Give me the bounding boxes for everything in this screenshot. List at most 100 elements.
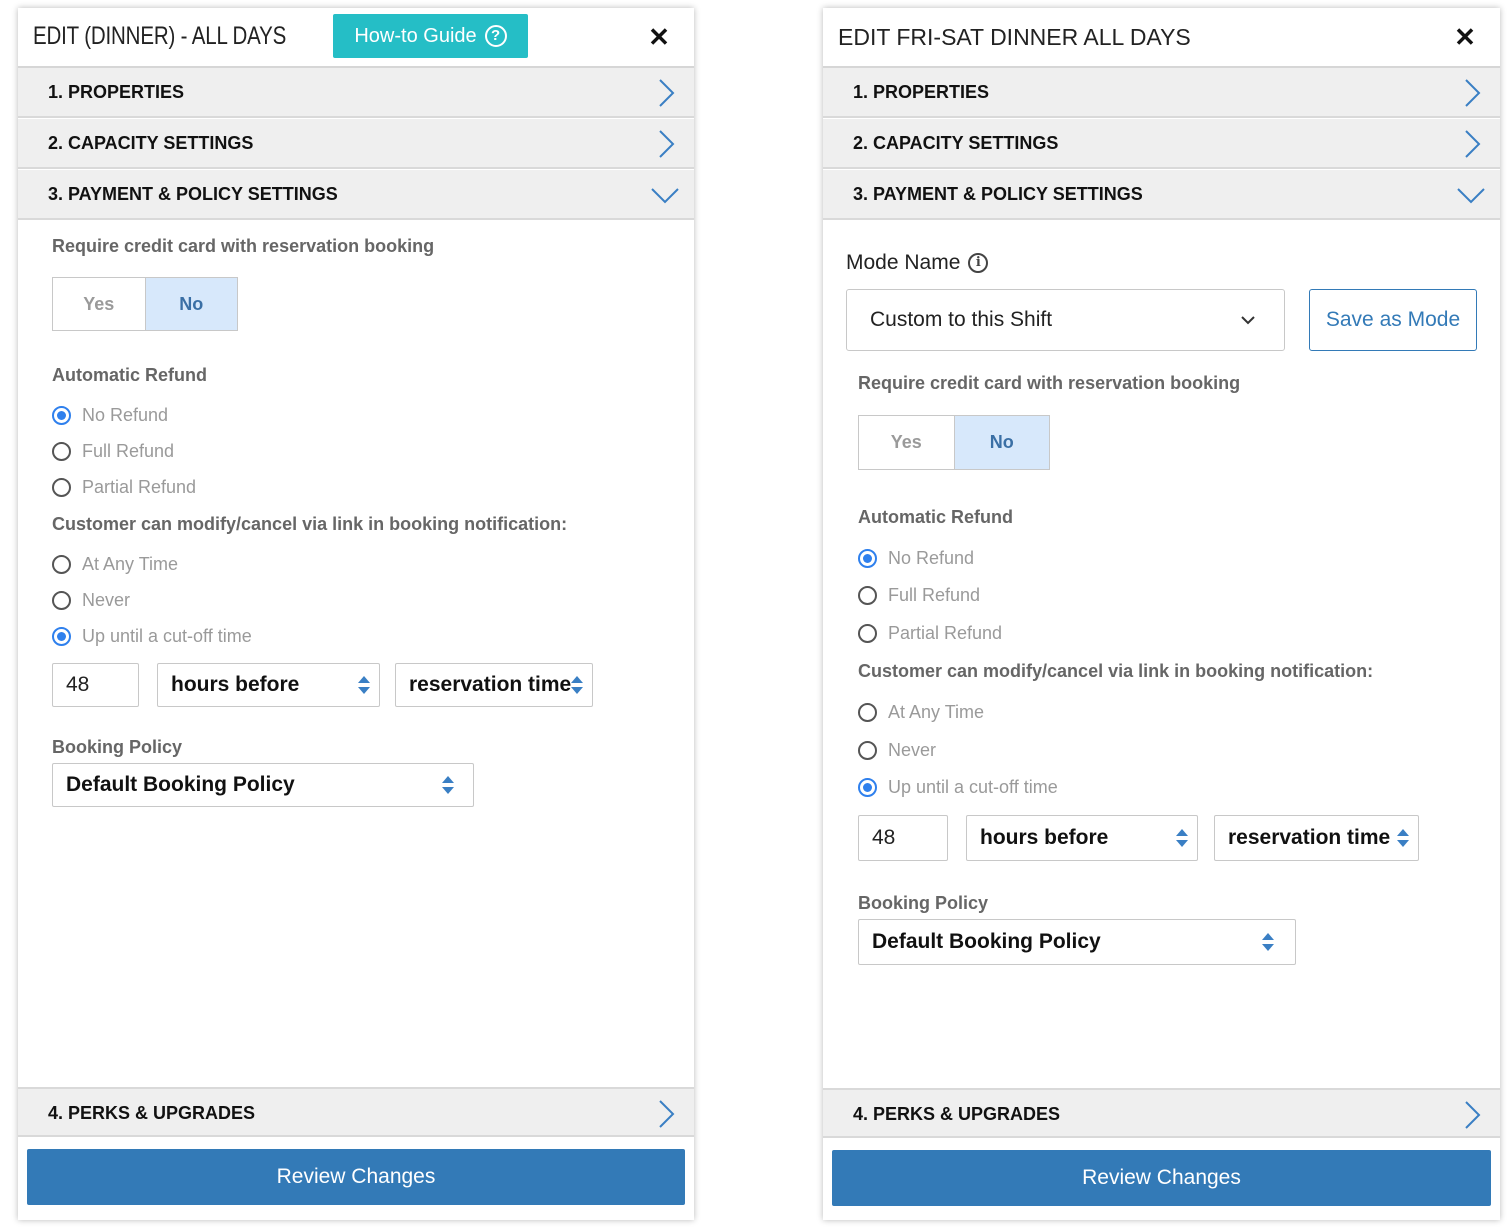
require-cc-label: Require credit card with reservation boo…	[858, 373, 1241, 393]
chevron-down-icon	[651, 188, 679, 204]
section-label: 1. PROPERTIES	[48, 82, 185, 102]
review-changes-button[interactable]: Review Changes	[27, 1149, 685, 1205]
how-to-guide-button[interactable]: How-to Guide ?	[333, 14, 528, 58]
radio-label: Up until a cut-off time	[888, 777, 1058, 797]
radio-label: At Any Time	[82, 554, 179, 574]
section-label: 3. PAYMENT & POLICY SETTINGS	[48, 184, 338, 204]
radio-cutoff-time[interactable]: Up until a cut-off time	[858, 777, 1058, 798]
radio-label: No Refund	[888, 548, 975, 568]
select-value: reservation time	[1228, 826, 1391, 849]
chevron-down-icon	[1457, 188, 1485, 204]
sort-arrows-icon	[442, 776, 454, 794]
radio-label: No Refund	[82, 405, 169, 425]
booking-policy-select[interactable]: Default Booking Policy	[52, 763, 474, 807]
radio-unselected-icon	[52, 555, 71, 574]
yes-option[interactable]: Yes	[859, 416, 955, 469]
radio-label: Full Refund	[888, 585, 981, 605]
chevron-right-icon	[659, 1100, 675, 1128]
panel-header: EDIT FRI-SAT DINNER ALL DAYS ✕	[823, 8, 1500, 68]
radio-no-refund[interactable]: No Refund	[858, 548, 974, 569]
mode-name-dropdown[interactable]: Custom to this Shift	[846, 289, 1285, 351]
chevron-down-icon	[1241, 316, 1255, 325]
booking-policy-label: Booking Policy	[858, 893, 989, 913]
radio-unselected-icon	[858, 624, 877, 643]
select-value: Default Booking Policy	[66, 773, 295, 796]
section-payment-policy[interactable]: 3. PAYMENT & POLICY SETTINGS	[823, 170, 1500, 220]
radio-never[interactable]: Never	[52, 590, 130, 611]
radio-selected-icon	[52, 627, 71, 646]
question-icon: ?	[484, 25, 507, 47]
cutoff-hours-input[interactable]: 48	[858, 815, 948, 861]
radio-partial-refund[interactable]: Partial Refund	[858, 623, 1002, 644]
automatic-refund-label: Automatic Refund	[858, 507, 1013, 527]
radio-never[interactable]: Never	[858, 740, 936, 761]
section-label: 3. PAYMENT & POLICY SETTINGS	[853, 184, 1143, 204]
panel-title: EDIT FRI-SAT DINNER ALL DAYS	[838, 24, 1191, 50]
yes-option[interactable]: Yes	[53, 278, 146, 330]
radio-label: Never	[888, 740, 937, 760]
chevron-right-icon	[659, 130, 675, 158]
section-properties[interactable]: 1. PROPERTIES	[823, 68, 1500, 118]
edit-panel-right: EDIT FRI-SAT DINNER ALL DAYS ✕ 1. PROPER…	[823, 8, 1500, 1220]
section-label: 4. PERKS & UPGRADES	[48, 1103, 256, 1123]
cutoff-hours-input[interactable]: 48	[52, 663, 139, 707]
panel-title: EDIT (DINNER) - ALL DAYS	[33, 22, 287, 50]
section-label: 4. PERKS & UPGRADES	[853, 1104, 1061, 1124]
select-value: hours before	[980, 826, 1109, 849]
require-cc-label: Require credit card with reservation boo…	[52, 236, 435, 256]
select-value: hours before	[171, 673, 300, 696]
cutoff-reference-select[interactable]: reservation time	[1214, 815, 1419, 861]
no-option[interactable]: No	[954, 416, 1049, 469]
select-value: Default Booking Policy	[872, 930, 1101, 953]
radio-partial-refund[interactable]: Partial Refund	[52, 477, 196, 498]
sort-arrows-icon	[1262, 933, 1274, 951]
mode-name-label: Mode Name i	[846, 251, 989, 275]
sort-arrows-icon	[1176, 829, 1188, 847]
cutoff-unit-select[interactable]: hours before	[966, 815, 1198, 861]
radio-selected-icon	[858, 778, 877, 797]
panel-header: EDIT (DINNER) - ALL DAYS How-to Guide ? …	[18, 8, 694, 68]
radio-unselected-icon	[52, 591, 71, 610]
save-as-mode-button[interactable]: Save as Mode	[1309, 289, 1477, 351]
info-icon[interactable]: i	[968, 253, 989, 273]
section-label: 1. PROPERTIES	[853, 82, 990, 102]
radio-label: Full Refund	[82, 441, 175, 461]
how-to-guide-label: How-to Guide	[354, 24, 477, 47]
radio-selected-icon	[52, 406, 71, 425]
chevron-right-icon	[1465, 1101, 1481, 1129]
cutoff-unit-select[interactable]: hours before	[157, 663, 380, 707]
chevron-right-icon	[1465, 130, 1481, 158]
radio-any-time[interactable]: At Any Time	[858, 702, 984, 723]
radio-unselected-icon	[52, 478, 71, 497]
close-icon[interactable]: ✕	[1454, 24, 1476, 50]
review-changes-button[interactable]: Review Changes	[832, 1150, 1491, 1206]
edit-panel-left: EDIT (DINNER) - ALL DAYS How-to Guide ? …	[18, 8, 694, 1220]
mode-name-text: Mode Name	[846, 251, 961, 274]
section-perks-upgrades[interactable]: 4. PERKS & UPGRADES	[823, 1088, 1500, 1138]
close-icon[interactable]: ✕	[648, 24, 670, 50]
radio-full-refund[interactable]: Full Refund	[858, 585, 980, 606]
chevron-right-icon	[659, 79, 675, 107]
radio-any-time[interactable]: At Any Time	[52, 554, 178, 575]
no-option[interactable]: No	[145, 278, 237, 330]
modify-cancel-label: Customer can modify/cancel via link in b…	[52, 514, 568, 534]
section-perks-upgrades[interactable]: 4. PERKS & UPGRADES	[18, 1087, 694, 1137]
cutoff-reference-select[interactable]: reservation time	[395, 663, 593, 707]
section-properties[interactable]: 1. PROPERTIES	[18, 68, 694, 118]
radio-label: At Any Time	[888, 702, 985, 722]
sort-arrows-icon	[1397, 829, 1409, 847]
section-capacity[interactable]: 2. CAPACITY SETTINGS	[18, 119, 694, 169]
radio-full-refund[interactable]: Full Refund	[52, 441, 174, 462]
sort-arrows-icon	[571, 676, 583, 694]
radio-no-refund[interactable]: No Refund	[52, 405, 168, 426]
radio-unselected-icon	[858, 703, 877, 722]
section-label: 2. CAPACITY SETTINGS	[853, 133, 1059, 153]
section-capacity[interactable]: 2. CAPACITY SETTINGS	[823, 119, 1500, 169]
booking-policy-select[interactable]: Default Booking Policy	[858, 919, 1296, 965]
radio-cutoff-time[interactable]: Up until a cut-off time	[52, 626, 252, 647]
radio-unselected-icon	[858, 586, 877, 605]
sort-arrows-icon	[358, 676, 370, 694]
radio-unselected-icon	[858, 741, 877, 760]
radio-label: Partial Refund	[82, 477, 197, 497]
section-payment-policy[interactable]: 3. PAYMENT & POLICY SETTINGS	[18, 170, 694, 220]
